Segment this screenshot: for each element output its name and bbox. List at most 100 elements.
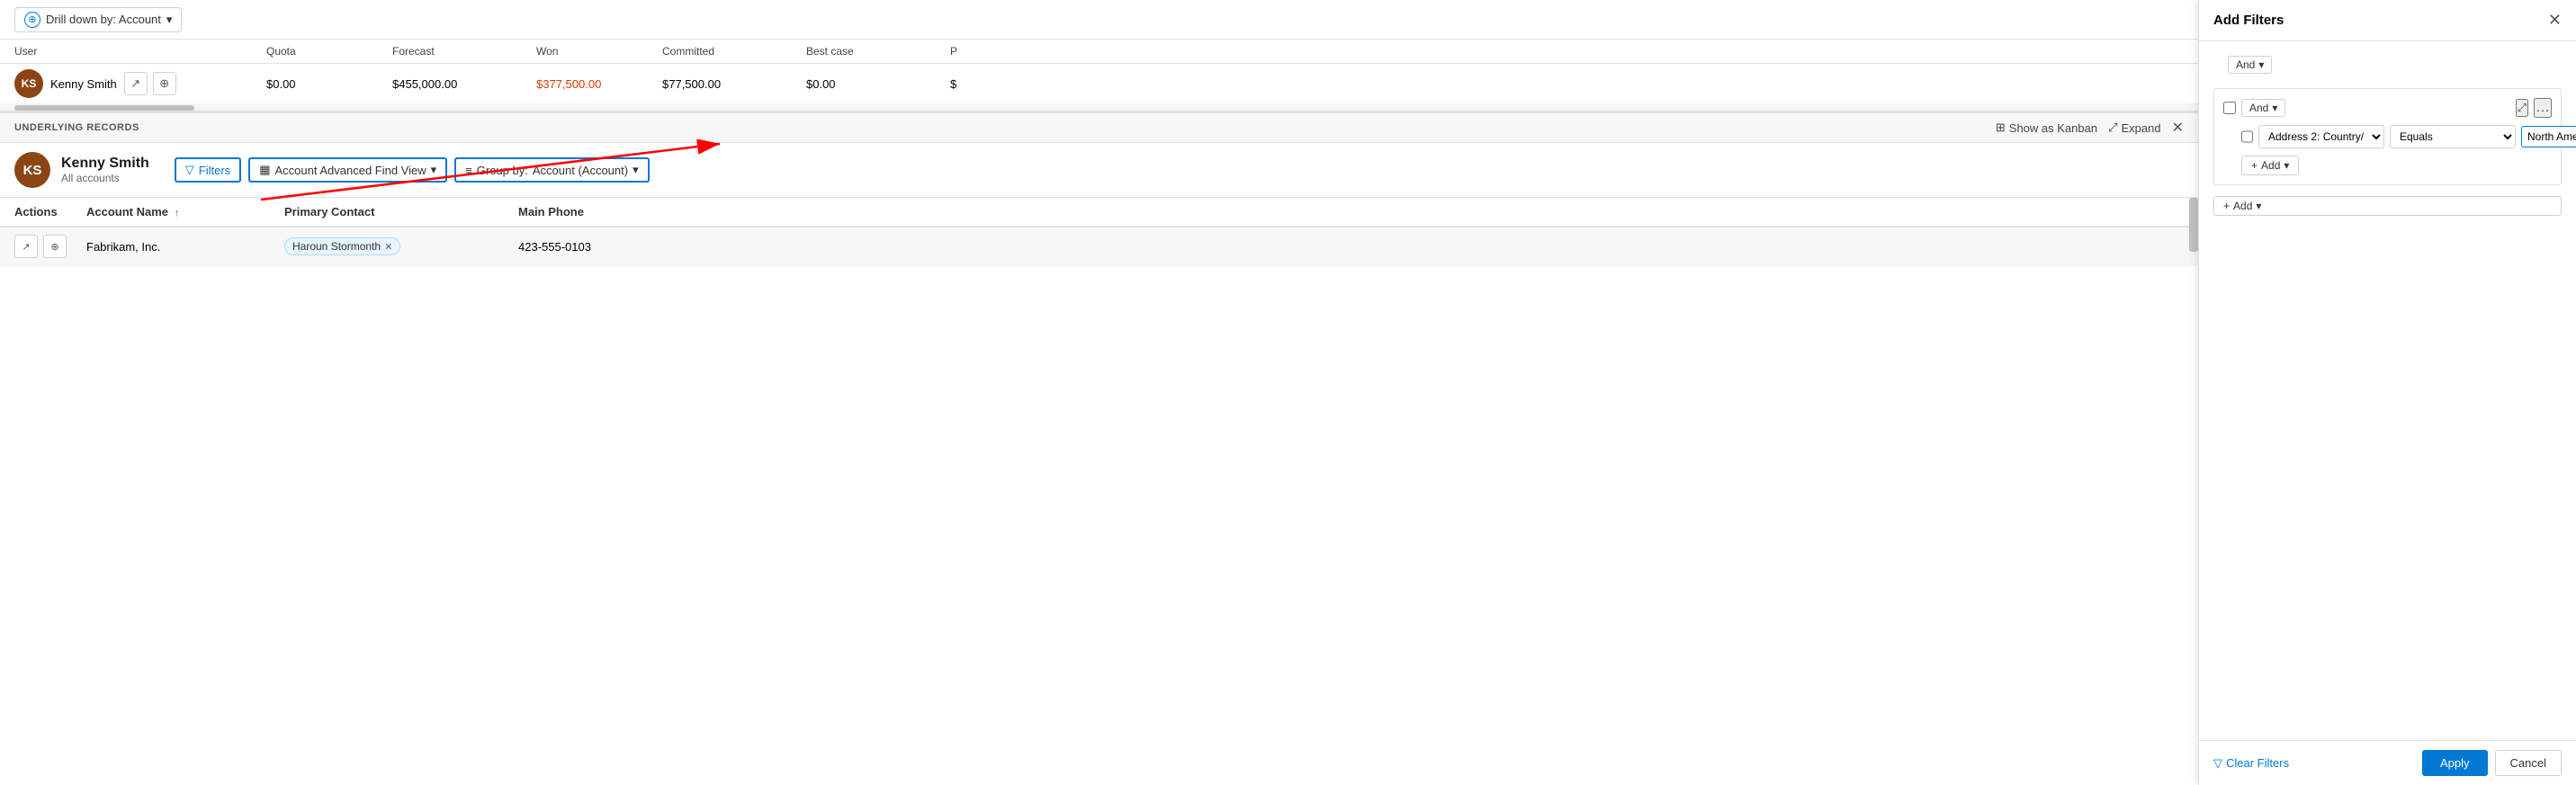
col-p: P	[950, 45, 1022, 58]
col-actions: Actions	[14, 205, 86, 219]
add-inner-chevron: ▾	[2284, 159, 2289, 172]
add-inner-label: Add	[2261, 159, 2280, 172]
contact-name: Haroun Stormonth	[292, 240, 381, 253]
filters-button[interactable]: ▽ Filters	[175, 157, 241, 183]
panel-header: Add Filters ✕	[2199, 0, 2576, 41]
filters-label: Filters	[199, 164, 230, 177]
user-info-text: Kenny Smith All accounts	[61, 156, 149, 184]
v-scroll-thumb[interactable]	[2189, 198, 2198, 252]
view-selector-button[interactable]: ▦ Account Advanced Find View ▾	[248, 157, 447, 183]
user-cell: KS Kenny Smith ↗ ⊕	[14, 69, 266, 98]
col-forecast: Forecast	[392, 45, 536, 58]
contact-tag: Haroun Stormonth ✕	[284, 237, 400, 255]
share-icon[interactable]: ↗	[124, 72, 148, 95]
row-navigate-icon[interactable]: ↗	[14, 235, 38, 258]
records-table-header: Actions Account Name ↑ Primary Contact M…	[0, 198, 2198, 227]
account-name-value: Fabrikam, Inc.	[86, 240, 284, 254]
apply-button[interactable]: Apply	[2422, 750, 2488, 776]
filter-and-chevron: ▾	[2272, 102, 2277, 114]
filter-condition-row: Address 2: Country/Reg... Equals ⤢	[2241, 125, 2552, 148]
filter-field-select[interactable]: Address 2: Country/Reg...	[2258, 125, 2384, 148]
underlying-close-button[interactable]: ✕	[2172, 119, 2184, 137]
col-primary-contact: Primary Contact	[284, 205, 518, 219]
forecast-table-header: User Quota Forecast Won Committed Best c…	[0, 40, 2198, 64]
user-full-name: Kenny Smith	[61, 156, 149, 172]
filter-value-input[interactable]	[2521, 126, 2576, 147]
drill-down-icon: ⊕	[24, 12, 40, 28]
best-case-value: $0.00	[806, 77, 950, 91]
panel-more-button[interactable]: …	[2534, 98, 2552, 118]
col-user: User	[14, 45, 266, 58]
panel-title: Add Filters	[2213, 13, 2284, 28]
and-chevron-icon: ▾	[2258, 58, 2264, 71]
clear-filter-icon: ▽	[2213, 756, 2222, 771]
user-info-row: KS Kenny Smith All accounts ▽ Filters ▦ …	[0, 143, 2198, 198]
main-phone-value: 423-555-0103	[518, 240, 716, 254]
add-filters-panel: Add Filters ✕ And ▾ And ▾ ⤢ …	[2198, 0, 2576, 785]
row-actions: ↗ ⊕	[14, 235, 86, 258]
kanban-icon: ⊞	[1996, 120, 2006, 135]
filter-and-badge[interactable]: And ▾	[2241, 99, 2285, 117]
primary-contact-cell: Haroun Stormonth ✕	[284, 237, 518, 255]
horizontal-scrollbar[interactable]	[0, 104, 2198, 112]
condition-checkbox[interactable]	[2241, 130, 2253, 143]
target-icon[interactable]: ⊕	[153, 72, 176, 95]
clear-filters-button[interactable]: ▽ Clear Filters	[2213, 756, 2289, 771]
underlying-header: UNDERLYING RECORDS ⊞ Show as Kanban ⤢ Ex…	[0, 113, 2198, 143]
cancel-button[interactable]: Cancel	[2495, 750, 2562, 776]
filter-and-label: And	[2249, 102, 2268, 114]
user-name: Kenny Smith	[50, 77, 117, 91]
drill-down-button[interactable]: ⊕ Drill down by: Account ▾	[14, 7, 182, 32]
col-main-phone: Main Phone	[518, 205, 716, 219]
avatar: KS	[14, 69, 43, 98]
won-value: $377,500.00	[536, 77, 662, 91]
add-outer-chevron: ▾	[2256, 200, 2261, 212]
and-label: And	[2236, 58, 2255, 71]
filter-group-outer: And ▾ ⤢ … Address 2: Country/Reg... Equa…	[2213, 88, 2562, 185]
groupby-label: Group by:	[477, 164, 528, 177]
account-name-header: Account Name	[86, 205, 168, 219]
remove-contact-icon[interactable]: ✕	[384, 241, 392, 253]
underlying-records-title: UNDERLYING RECORDS	[14, 122, 139, 133]
forecast-row: KS Kenny Smith ↗ ⊕ $0.00 $455,000.00 $37…	[0, 64, 2198, 104]
filter-row-top: And ▾ ⤢ …	[2223, 98, 2552, 118]
table-row: ↗ ⊕ Fabrikam, Inc. Haroun Stormonth ✕ 42…	[0, 227, 2198, 266]
panel-bottom: ▽ Clear Filters Apply Cancel	[2199, 740, 2576, 785]
groupby-selector-button[interactable]: ≡ Group by: Account (Account) ▾	[454, 157, 649, 183]
col-best-case: Best case	[806, 45, 950, 58]
filter-operator-select[interactable]: Equals	[2390, 125, 2516, 148]
add-inner-button[interactable]: + Add ▾	[2241, 156, 2299, 175]
groupby-icon: ≡	[465, 164, 472, 177]
quota-value: $0.00	[266, 77, 392, 91]
add-inner-icon: +	[2251, 159, 2257, 172]
vertical-scrollbar[interactable]	[2189, 198, 2198, 266]
view-chevron-icon: ▾	[431, 163, 437, 177]
sort-icon[interactable]: ↑	[175, 208, 180, 219]
committed-value: $77,500.00	[662, 77, 806, 91]
col-committed: Committed	[662, 45, 806, 58]
scroll-thumb[interactable]	[14, 105, 194, 111]
forecast-value: $455,000.00	[392, 77, 536, 91]
kanban-label: Show as Kanban	[2009, 121, 2097, 135]
col-won: Won	[536, 45, 662, 58]
expand-icon: ⤢	[2108, 120, 2117, 135]
show-as-kanban-button[interactable]: ⊞ Show as Kanban	[1996, 120, 2097, 135]
groupby-value-label: Account (Account)	[533, 164, 628, 177]
records-section: Actions Account Name ↑ Primary Contact M…	[0, 198, 2198, 266]
add-outer-icon: +	[2223, 200, 2230, 212]
panel-maximize-button[interactable]: ⤢	[2516, 99, 2528, 117]
top-and-badge[interactable]: And ▾	[2228, 56, 2272, 74]
bottom-actions: Apply Cancel	[2422, 750, 2562, 776]
expand-button[interactable]: ⤢ Expand	[2108, 120, 2161, 135]
row-info-icon[interactable]: ⊕	[43, 235, 67, 258]
pipeline-value: $	[950, 77, 1022, 91]
panel-close-button[interactable]: ✕	[2548, 11, 2562, 30]
add-outer-button[interactable]: + Add ▾	[2213, 196, 2562, 216]
view-label: Account Advanced Find View	[274, 164, 426, 177]
chevron-down-icon: ▾	[166, 13, 173, 27]
col-quota: Quota	[266, 45, 392, 58]
filter-group-checkbox[interactable]	[2223, 102, 2236, 114]
expand-label: Expand	[2122, 121, 2161, 135]
grid-icon: ▦	[259, 163, 270, 177]
user-subtitle: All accounts	[61, 172, 149, 184]
